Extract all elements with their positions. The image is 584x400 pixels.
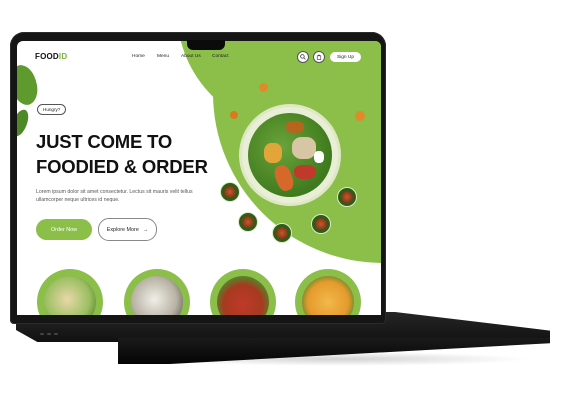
menu-dish-image bbox=[217, 276, 269, 315]
laptop-screen: FOODID Home Menu About Us Contact Sign U… bbox=[17, 41, 381, 315]
menu-dish-card[interactable] bbox=[210, 269, 276, 315]
laptop-port bbox=[40, 333, 44, 335]
hero-paragraph: Lorem ipsum dolor sit amet consectetur. … bbox=[36, 189, 193, 203]
spice-decoration bbox=[230, 111, 238, 119]
menu-dish-image bbox=[44, 276, 96, 315]
spice-decoration bbox=[355, 111, 365, 121]
dish-food bbox=[276, 227, 288, 239]
dish-thumbnail[interactable] bbox=[272, 223, 292, 243]
headline-line-2: FOODIED & ORDER bbox=[36, 156, 208, 177]
laptop-port bbox=[47, 333, 51, 335]
dish-thumbnail[interactable] bbox=[337, 187, 357, 207]
laptop-mockup: FOODID Home Menu About Us Contact Sign U… bbox=[0, 0, 584, 400]
nav-home[interactable]: Home bbox=[132, 54, 145, 59]
food-item bbox=[294, 165, 316, 179]
explore-more-button[interactable]: Explore More → bbox=[98, 218, 157, 241]
food-item bbox=[314, 151, 324, 163]
hungry-badge: Hungry? bbox=[37, 104, 67, 115]
dish-thumbnail[interactable] bbox=[238, 212, 258, 232]
food-item bbox=[264, 143, 282, 163]
search-button[interactable] bbox=[297, 51, 309, 63]
cart-button[interactable] bbox=[313, 51, 325, 63]
menu-dish-card[interactable] bbox=[124, 269, 190, 315]
dish-food bbox=[242, 216, 254, 228]
order-now-button[interactable]: Order Now bbox=[36, 219, 92, 240]
menu-dish-image bbox=[302, 276, 354, 315]
cart-icon bbox=[316, 54, 322, 60]
dish-thumbnail[interactable] bbox=[220, 182, 240, 202]
headline-line-1: JUST COME TO bbox=[36, 131, 173, 152]
dish-thumbnail[interactable] bbox=[311, 214, 331, 234]
camera-notch bbox=[187, 40, 225, 50]
laptop-port bbox=[54, 333, 58, 335]
spice-decoration bbox=[259, 83, 268, 92]
menu-dish-card[interactable] bbox=[37, 269, 103, 315]
signup-button[interactable]: Sign Up bbox=[330, 52, 361, 62]
site-logo[interactable]: FOODID bbox=[35, 52, 67, 61]
arrow-right-icon: → bbox=[142, 226, 149, 233]
explore-more-label: Explore More bbox=[106, 226, 139, 233]
nav-about-us[interactable]: About Us bbox=[181, 54, 201, 59]
nav-menu[interactable]: Menu bbox=[157, 54, 169, 59]
search-icon bbox=[300, 54, 306, 60]
dish-food bbox=[224, 186, 236, 198]
featured-dish-image bbox=[242, 107, 338, 203]
food-item bbox=[292, 137, 316, 159]
menu-dish-image bbox=[131, 276, 183, 315]
logo-text: FOOD bbox=[35, 52, 59, 61]
dish-food bbox=[315, 218, 327, 230]
menu-dish-card[interactable] bbox=[295, 269, 361, 315]
hero-headline: JUST COME TO FOODIED & ORDER bbox=[36, 129, 236, 179]
leaf-decoration bbox=[17, 107, 31, 139]
food-item bbox=[286, 121, 304, 133]
dish-food bbox=[341, 191, 353, 203]
nav-contact[interactable]: Contact bbox=[212, 54, 229, 59]
logo-accent-text: ID bbox=[58, 52, 68, 61]
